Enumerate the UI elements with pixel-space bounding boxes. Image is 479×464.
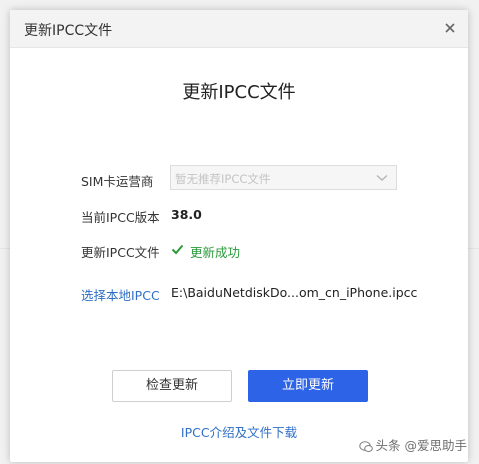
update-ipcc-dialog: 更新IPCC文件 更新IPCC文件 SIM卡运营商 暂无推荐IPCC文件 当前I… [10,10,468,462]
check-update-button[interactable]: 检查更新 [112,370,232,402]
background-divider-right [468,248,479,249]
current-version-label: 当前IPCC版本 [81,210,160,225]
sim-carrier-select[interactable]: 暂无推荐IPCC文件 [170,165,397,190]
update-file-label: 更新IPCC文件 [81,245,160,260]
background-divider-left [0,248,10,249]
chevron-down-icon [376,174,388,181]
dialog-title: 更新IPCC文件 [24,23,113,39]
close-button[interactable] [440,18,460,38]
chat-bubble-icon [358,440,373,452]
watermark: 头条 @爱思助手 [358,435,467,454]
page-heading: 更新IPCC文件 [182,82,296,103]
update-now-button[interactable]: 立即更新 [248,370,368,402]
dialog-titlebar: 更新IPCC文件 [10,10,468,48]
check-icon [171,244,184,255]
choose-local-ipcc-link[interactable]: 选择本地IPCC [81,285,160,304]
watermark-text: 头条 @爱思助手 [375,438,467,453]
update-status-text: 更新成功 [190,245,241,260]
sim-carrier-select-value: 暂无推荐IPCC文件 [175,172,271,186]
current-version-value: 38.0 [171,207,202,222]
sim-carrier-label: SIM卡运营商 [81,174,154,189]
close-icon [445,23,455,33]
selected-file-path: E:\BaiduNetdiskDo...om_cn_iPhone.ipcc [171,285,418,300]
